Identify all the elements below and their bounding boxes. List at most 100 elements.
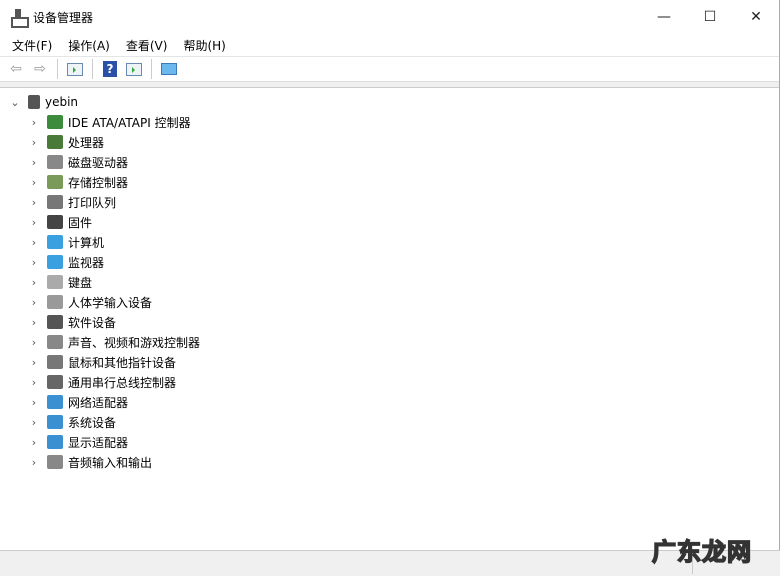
show-action-pane-button[interactable] <box>124 59 144 79</box>
chevron-right-icon[interactable]: › <box>27 276 41 289</box>
console-tree-icon <box>67 62 83 76</box>
device-category-icon <box>47 375 63 389</box>
title-bar: 设备管理器 — ☐ ✕ <box>0 0 779 34</box>
device-category-icon <box>47 455 63 469</box>
device-category-icon <box>47 175 63 189</box>
chevron-right-icon[interactable]: › <box>27 196 41 209</box>
tree-item[interactable]: › IDE ATA/ATAPI 控制器 <box>0 112 779 132</box>
divider <box>151 59 152 79</box>
device-category-icon <box>47 415 63 429</box>
tree-item-label: 磁盘驱动器 <box>68 155 129 170</box>
scan-hardware-button[interactable] <box>159 59 179 79</box>
tree-item-label: 固件 <box>68 215 93 230</box>
tree-item-label: 存储控制器 <box>68 175 129 190</box>
tree-item[interactable]: › 键盘 <box>0 272 779 292</box>
tree-item-label: 计算机 <box>68 235 105 250</box>
chevron-right-icon[interactable]: › <box>27 416 41 429</box>
tree-item-label: 打印队列 <box>68 195 117 210</box>
tree-root[interactable]: ⌄ yebin <box>0 92 779 112</box>
menu-file[interactable]: 文件(F) <box>4 37 60 54</box>
device-category-icon <box>47 215 63 229</box>
window-title: 设备管理器 <box>33 10 94 25</box>
maximize-button[interactable]: ☐ <box>687 0 733 34</box>
device-category-icon <box>47 295 63 309</box>
computer-icon <box>28 95 40 109</box>
menu-bar: 文件(F) 操作(A) 查看(V) 帮助(H) <box>0 34 779 56</box>
menu-help[interactable]: 帮助(H) <box>175 37 233 54</box>
tree-item-label: 监视器 <box>68 255 105 270</box>
tree-item-label: 鼠标和其他指针设备 <box>68 355 177 370</box>
show-hide-console-tree-button[interactable] <box>65 59 85 79</box>
tree-item[interactable]: › 软件设备 <box>0 312 779 332</box>
tree-item[interactable]: › 计算机 <box>0 232 779 252</box>
tree-item-label: 显示适配器 <box>68 435 129 450</box>
chevron-right-icon[interactable]: › <box>27 256 41 269</box>
chevron-right-icon[interactable]: › <box>27 176 41 189</box>
root-label: yebin <box>45 95 79 109</box>
back-icon[interactable]: ⇦ <box>6 59 26 79</box>
tree-item[interactable]: › 通用串行总线控制器 <box>0 372 779 392</box>
tree-item-label: 键盘 <box>68 275 93 290</box>
device-category-icon <box>47 395 63 409</box>
menu-action[interactable]: 操作(A) <box>60 37 118 54</box>
device-category-icon <box>47 255 63 269</box>
tree-item[interactable]: › 显示适配器 <box>0 432 779 452</box>
tree-item-label: 网络适配器 <box>68 395 129 410</box>
chevron-right-icon[interactable]: › <box>27 336 41 349</box>
tree-item[interactable]: › 系统设备 <box>0 412 779 432</box>
tree-item[interactable]: › 打印队列 <box>0 192 779 212</box>
chevron-right-icon[interactable]: › <box>27 376 41 389</box>
device-category-icon <box>47 135 63 149</box>
chevron-right-icon[interactable]: › <box>27 356 41 369</box>
chevron-right-icon[interactable]: › <box>27 296 41 309</box>
tree-item[interactable]: › 鼠标和其他指针设备 <box>0 352 779 372</box>
device-category-icon <box>47 195 63 209</box>
device-category-icon <box>47 235 63 249</box>
help-button[interactable]: ? <box>100 59 120 79</box>
device-category-icon <box>47 315 63 329</box>
tree-item-label: 系统设备 <box>68 415 117 430</box>
chevron-right-icon[interactable]: › <box>27 156 41 169</box>
tree-item[interactable]: › 固件 <box>0 212 779 232</box>
chevron-right-icon[interactable]: › <box>27 316 41 329</box>
tree-item-label: 声音、视频和游戏控制器 <box>68 335 201 350</box>
chevron-right-icon[interactable]: › <box>27 236 41 249</box>
chevron-right-icon[interactable]: › <box>27 396 41 409</box>
tree-item-label: 软件设备 <box>68 315 117 330</box>
scan-monitor-icon <box>161 63 177 75</box>
tree-item[interactable]: › 磁盘驱动器 <box>0 152 779 172</box>
help-icon: ? <box>103 61 117 77</box>
device-manager-window: 设备管理器 — ☐ ✕ 文件(F) 操作(A) 查看(V) 帮助(H) ⇦ ⇨ … <box>0 0 780 576</box>
chevron-right-icon[interactable]: › <box>27 216 41 229</box>
chevron-right-icon[interactable]: › <box>27 116 41 129</box>
menu-view[interactable]: 查看(V) <box>118 37 176 54</box>
device-category-icon <box>47 155 63 169</box>
tree-item-label: IDE ATA/ATAPI 控制器 <box>68 115 191 130</box>
divider <box>57 59 58 79</box>
minimize-button[interactable]: — <box>641 0 687 34</box>
tree-item[interactable]: › 存储控制器 <box>0 172 779 192</box>
chevron-right-icon[interactable]: › <box>27 436 41 449</box>
tree-item[interactable]: › 网络适配器 <box>0 392 779 412</box>
tree-item-label: 处理器 <box>68 135 105 150</box>
tree-item-label: 音频输入和输出 <box>68 455 153 470</box>
device-manager-icon <box>10 9 29 28</box>
tree-item[interactable]: › 处理器 <box>0 132 779 152</box>
chevron-right-icon[interactable]: › <box>27 456 41 469</box>
tree-item[interactable]: › 声音、视频和游戏控制器 <box>0 332 779 352</box>
tree-item[interactable]: › 人体学输入设备 <box>0 292 779 312</box>
forward-icon[interactable]: ⇨ <box>30 59 50 79</box>
device-category-icon <box>47 355 63 369</box>
close-button[interactable]: ✕ <box>733 0 779 34</box>
device-category-icon <box>47 335 63 349</box>
chevron-right-icon[interactable]: › <box>27 136 41 149</box>
tree-item-label: 人体学输入设备 <box>68 295 153 310</box>
tree-item-label: 通用串行总线控制器 <box>68 375 177 390</box>
device-category-icon <box>47 115 63 129</box>
device-tree: ⌄ yebin › IDE ATA/ATAPI 控制器 › 处理器 › 磁盘驱动器 › 存储控… <box>0 88 779 472</box>
tree-item[interactable]: › 监视器 <box>0 252 779 272</box>
chevron-down-icon[interactable]: ⌄ <box>8 96 22 109</box>
tree-item[interactable]: › 音频输入和输出 <box>0 452 779 472</box>
device-category-icon <box>47 435 63 449</box>
watermark: 广东龙网 <box>651 537 752 567</box>
